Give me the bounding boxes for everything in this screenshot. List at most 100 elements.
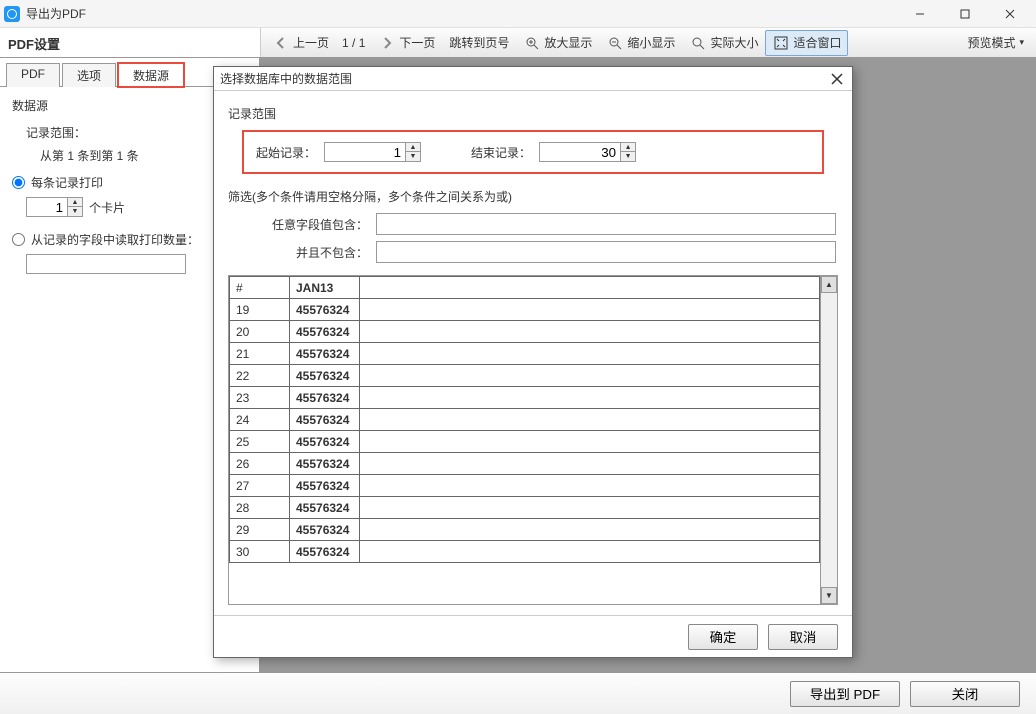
actual-label: 实际大小	[710, 34, 758, 51]
preview-mode-dropdown[interactable]: 预览模式 ▾	[959, 34, 1032, 51]
table-row[interactable]: 2245576324	[230, 365, 820, 387]
close-button[interactable]	[987, 0, 1032, 28]
cell-empty	[360, 343, 820, 365]
cell-code: 45576324	[290, 497, 360, 519]
zoom-out-label: 缩小显示	[627, 34, 675, 51]
preview-mode-label: 预览模式	[967, 34, 1015, 51]
cell-code: 45576324	[290, 299, 360, 321]
contains-input[interactable]	[376, 213, 836, 235]
col-index[interactable]: #	[230, 277, 290, 299]
close-main-button[interactable]: 关闭	[910, 681, 1020, 707]
cards-suffix: 个卡片	[89, 199, 125, 216]
table-row[interactable]: 1945576324	[230, 299, 820, 321]
cards-value[interactable]	[27, 198, 67, 216]
cell-empty	[360, 497, 820, 519]
start-value[interactable]	[325, 143, 405, 161]
range-dialog: 选择数据库中的数据范围 记录范围 起始记录： ▲▼ 结束记录： ▲▼ 筛选(多个…	[213, 66, 853, 658]
fit-window-icon	[772, 34, 790, 52]
print-each-label: 每条记录打印	[31, 174, 103, 191]
scroll-up-icon[interactable]: ▲	[821, 276, 837, 293]
toolbar: 上一页 1 / 1 下一页 跳转到页号 放大显示 缩小显示 实际大小 适合窗口 …	[260, 28, 1036, 57]
cell-code: 45576324	[290, 475, 360, 497]
range-section-label: 记录范围	[228, 105, 838, 122]
cancel-button[interactable]: 取消	[768, 624, 838, 650]
end-up[interactable]: ▲	[621, 143, 635, 152]
table-row[interactable]: 2745576324	[230, 475, 820, 497]
end-value[interactable]	[540, 143, 620, 161]
table-row[interactable]: 2845576324	[230, 497, 820, 519]
start-record-input[interactable]: ▲▼	[324, 142, 421, 162]
grid-scrollbar[interactable]: ▲ ▼	[820, 276, 837, 604]
prev-page-button[interactable]: 上一页	[265, 30, 336, 56]
maximize-button[interactable]	[942, 0, 987, 28]
cell-index: 30	[230, 541, 290, 563]
start-record-label: 起始记录：	[256, 144, 316, 161]
table-row[interactable]: 2445576324	[230, 409, 820, 431]
actual-size-icon	[689, 34, 707, 52]
actual-size-button[interactable]: 实际大小	[682, 30, 765, 56]
cell-index: 26	[230, 453, 290, 475]
field-name-input[interactable]	[26, 254, 186, 274]
cards-count-input[interactable]: ▲▼	[26, 197, 83, 217]
col-code[interactable]: JAN13	[290, 277, 360, 299]
scroll-down-icon[interactable]: ▼	[821, 587, 837, 604]
next-page-button[interactable]: 下一页	[371, 30, 442, 56]
cell-code: 45576324	[290, 431, 360, 453]
footer: 导出到 PDF 关闭	[0, 672, 1036, 714]
jump-page-button[interactable]: 跳转到页号	[442, 30, 516, 56]
start-down[interactable]: ▼	[406, 152, 420, 161]
window-title: 导出为PDF	[26, 5, 897, 22]
start-up[interactable]: ▲	[406, 143, 420, 152]
fit-label: 适合窗口	[793, 34, 841, 51]
cell-index: 22	[230, 365, 290, 387]
cell-index: 24	[230, 409, 290, 431]
end-down[interactable]: ▼	[621, 152, 635, 161]
contains-label: 任意字段值包含：	[268, 216, 368, 233]
read-count-radio[interactable]	[12, 233, 25, 246]
fit-window-button[interactable]: 适合窗口	[765, 30, 848, 56]
filter-section-label: 筛选(多个条件请用空格分隔，多个条件之间关系为或)	[228, 188, 838, 205]
prev-label: 上一页	[293, 34, 329, 51]
cell-empty	[360, 321, 820, 343]
print-each-radio[interactable]	[12, 176, 25, 189]
tab-options[interactable]: 选项	[62, 63, 116, 87]
table-row[interactable]: 3045576324	[230, 541, 820, 563]
cell-code: 45576324	[290, 387, 360, 409]
not-contains-label: 并且不包含：	[268, 244, 368, 261]
cell-index: 27	[230, 475, 290, 497]
cell-index: 20	[230, 321, 290, 343]
ok-button[interactable]: 确定	[688, 624, 758, 650]
cell-index: 21	[230, 343, 290, 365]
table-row[interactable]: 2345576324	[230, 387, 820, 409]
arrow-right-icon	[378, 34, 396, 52]
zoom-out-button[interactable]: 缩小显示	[599, 30, 682, 56]
zoom-out-icon	[606, 34, 624, 52]
zoom-in-button[interactable]: 放大显示	[516, 30, 599, 56]
table-row[interactable]: 2945576324	[230, 519, 820, 541]
table-row[interactable]: 2645576324	[230, 453, 820, 475]
export-pdf-button[interactable]: 导出到 PDF	[790, 681, 900, 707]
cards-up[interactable]: ▲	[68, 198, 82, 207]
minimize-button[interactable]	[897, 0, 942, 28]
cell-code: 45576324	[290, 541, 360, 563]
chevron-down-icon: ▾	[1019, 37, 1024, 48]
cell-code: 45576324	[290, 409, 360, 431]
titlebar: 导出为PDF	[0, 0, 1036, 28]
cards-down[interactable]: ▼	[68, 207, 82, 216]
next-label: 下一页	[399, 34, 435, 51]
cell-empty	[360, 431, 820, 453]
not-contains-input[interactable]	[376, 241, 836, 263]
cell-empty	[360, 541, 820, 563]
page-indicator: 1 / 1	[336, 36, 371, 50]
table-row[interactable]: 2145576324	[230, 343, 820, 365]
table-row[interactable]: 2545576324	[230, 431, 820, 453]
end-record-input[interactable]: ▲▼	[539, 142, 636, 162]
cell-code: 45576324	[290, 453, 360, 475]
tab-datasource[interactable]: 数据源	[118, 63, 184, 87]
tab-pdf[interactable]: PDF	[6, 63, 60, 87]
cell-index: 19	[230, 299, 290, 321]
dialog-close-button[interactable]	[828, 70, 846, 88]
end-record-label: 结束记录：	[471, 144, 531, 161]
app-icon	[4, 6, 20, 22]
table-row[interactable]: 2045576324	[230, 321, 820, 343]
